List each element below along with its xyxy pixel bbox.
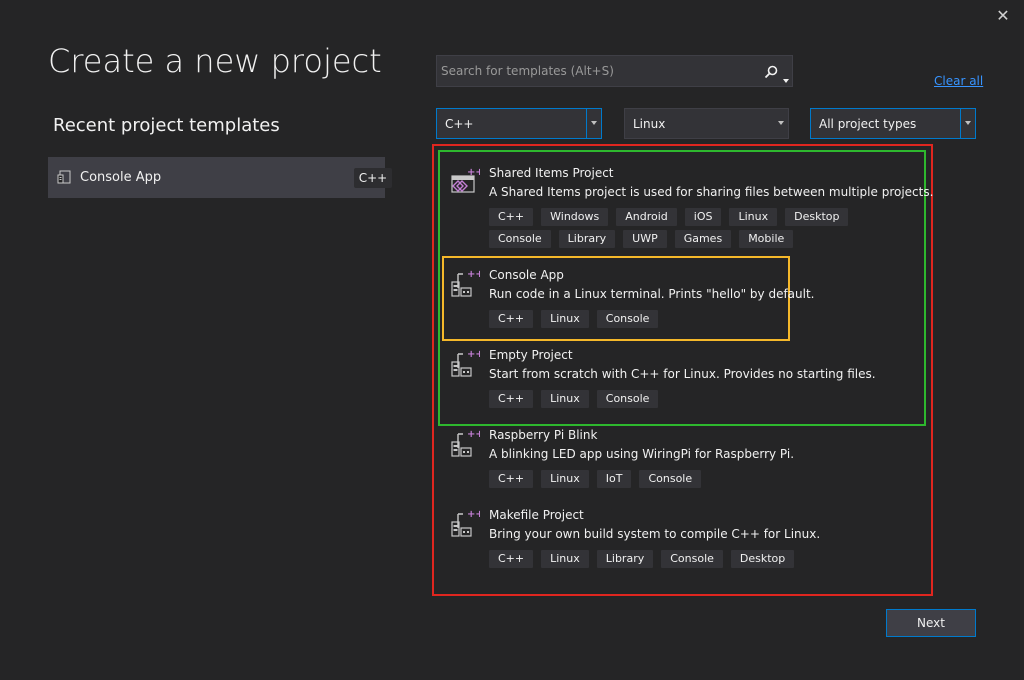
svg-text:++: ++ bbox=[467, 167, 480, 178]
template-tags: C++ Linux Console bbox=[489, 390, 909, 408]
tag: IoT bbox=[596, 470, 632, 488]
tag: Linux bbox=[541, 390, 589, 408]
template-item-raspberry-pi-blink[interactable]: ++ Raspberry Pi Blink A blinking LED app… bbox=[450, 428, 920, 492]
tag: Games bbox=[674, 230, 732, 248]
tag: Linux bbox=[729, 208, 778, 226]
chevron-down-icon[interactable] bbox=[774, 109, 788, 138]
project-type-filter-dropdown[interactable]: All project types bbox=[810, 108, 976, 139]
platform-filter-dropdown[interactable]: Linux bbox=[624, 108, 789, 139]
svg-text:++: ++ bbox=[467, 349, 480, 360]
template-description: Run code in a Linux terminal. Prints "he… bbox=[489, 287, 815, 301]
template-item-console-app[interactable]: ++ Console App Run code in a Linux termi… bbox=[450, 268, 920, 332]
console-app-icon bbox=[57, 169, 73, 189]
next-button[interactable]: Next bbox=[886, 609, 976, 637]
tag: Linux bbox=[541, 310, 589, 328]
tag: Console bbox=[489, 230, 551, 248]
tag: C++ bbox=[489, 208, 534, 226]
language-filter-dropdown[interactable]: C++ bbox=[436, 108, 602, 139]
tag: Desktop bbox=[785, 208, 849, 226]
tag: UWP bbox=[623, 230, 667, 248]
tag: Console bbox=[639, 470, 702, 488]
svg-text:++: ++ bbox=[467, 429, 480, 440]
linux-project-icon: ++ bbox=[450, 268, 484, 302]
template-description: A Shared Items project is used for shari… bbox=[489, 185, 934, 199]
template-name: Shared Items Project bbox=[489, 166, 614, 180]
tag: C++ bbox=[489, 310, 534, 328]
platform-filter-value: Linux bbox=[633, 117, 666, 131]
chevron-down-icon[interactable] bbox=[586, 109, 601, 138]
template-description: A blinking LED app using WiringPi for Ra… bbox=[489, 447, 795, 461]
tag: Linux bbox=[541, 470, 589, 488]
template-name: Makefile Project bbox=[489, 508, 584, 522]
search-icon[interactable] bbox=[764, 64, 778, 83]
tag: Linux bbox=[541, 550, 589, 568]
linux-project-icon: ++ bbox=[450, 508, 484, 542]
template-name: Raspberry Pi Blink bbox=[489, 428, 598, 442]
tag: Console bbox=[661, 550, 723, 568]
tag: Console bbox=[596, 390, 659, 408]
tag: Android bbox=[616, 208, 677, 226]
template-name: Empty Project bbox=[489, 348, 573, 362]
template-tags: C++ Linux Console bbox=[489, 310, 909, 328]
tag: Library bbox=[558, 230, 616, 248]
template-tags: C++ Windows Android iOS Linux Desktop Co… bbox=[489, 208, 909, 248]
recent-item-name: Console App bbox=[80, 170, 162, 185]
tag: Mobile bbox=[739, 230, 794, 248]
template-item-makefile-project[interactable]: ++ Makefile Project Bring your own build… bbox=[450, 508, 920, 572]
template-description: Bring your own build system to compile C… bbox=[489, 527, 821, 541]
tag: Desktop bbox=[730, 550, 795, 568]
template-search-box[interactable] bbox=[436, 55, 793, 87]
linux-project-icon: ++ bbox=[450, 428, 484, 462]
template-description: Start from scratch with C++ for Linux. P… bbox=[489, 367, 876, 381]
tag: Library bbox=[596, 550, 654, 568]
language-filter-value: C++ bbox=[445, 117, 474, 131]
shared-items-icon: ++ bbox=[450, 166, 484, 200]
linux-project-icon: ++ bbox=[450, 348, 484, 382]
clear-all-link[interactable]: Clear all bbox=[934, 74, 983, 88]
search-options-dropdown-icon[interactable] bbox=[783, 68, 789, 87]
recent-item-language-tag: C++ bbox=[354, 168, 392, 188]
template-tags: C++ Linux IoT Console bbox=[489, 470, 909, 488]
tag: C++ bbox=[489, 390, 534, 408]
svg-text:++: ++ bbox=[467, 509, 480, 520]
recent-templates-heading: Recent project templates bbox=[53, 115, 280, 136]
tag: iOS bbox=[684, 208, 722, 226]
tag: Windows bbox=[541, 208, 609, 226]
template-tags: C++ Linux Library Console Desktop bbox=[489, 550, 909, 568]
tag: C++ bbox=[489, 550, 534, 568]
tag: C++ bbox=[489, 470, 534, 488]
template-item-empty-project[interactable]: ++ Empty Project Start from scratch with… bbox=[450, 348, 920, 412]
close-icon[interactable]: ✕ bbox=[993, 6, 1013, 26]
chevron-down-icon[interactable] bbox=[960, 109, 975, 138]
template-name: Console App bbox=[489, 268, 564, 282]
recent-template-item[interactable]: Console App C++ bbox=[48, 157, 392, 198]
template-item-shared-items-project[interactable]: ++ Shared Items Project A Shared Items p… bbox=[450, 166, 933, 252]
svg-text:++: ++ bbox=[467, 269, 480, 280]
project-type-filter-value: All project types bbox=[819, 117, 917, 131]
page-title: Create a new project bbox=[48, 42, 382, 80]
tag: Console bbox=[596, 310, 659, 328]
search-input[interactable] bbox=[437, 56, 765, 86]
